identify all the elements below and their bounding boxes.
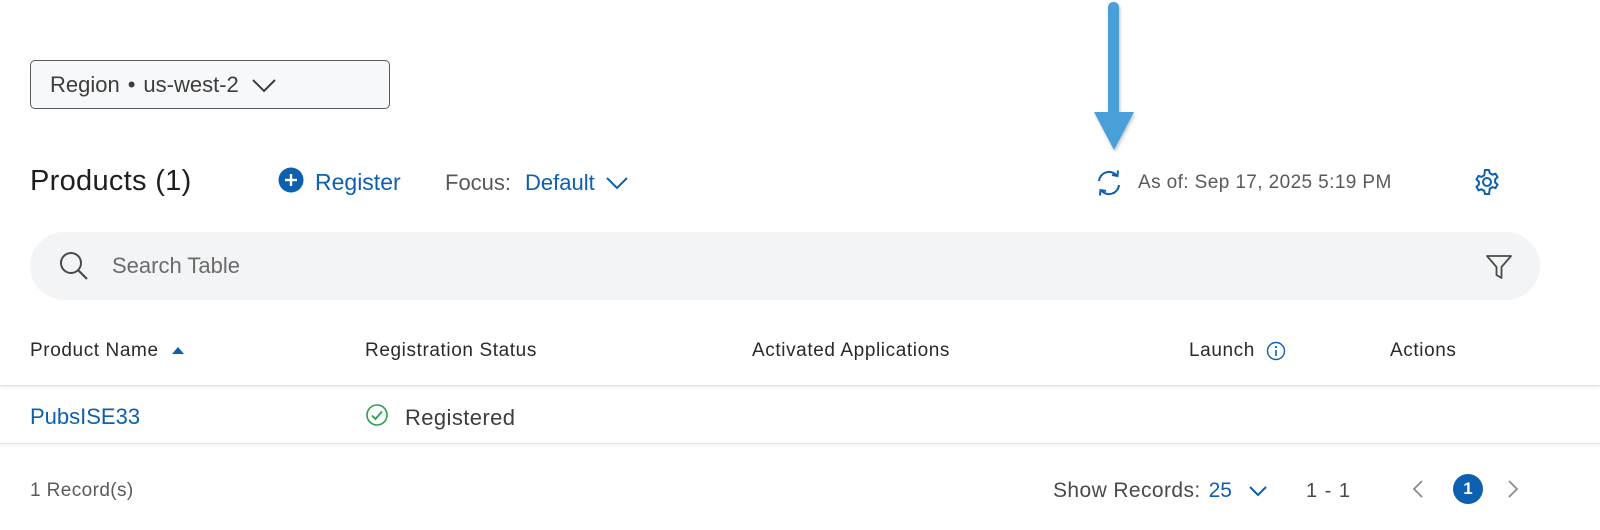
region-select[interactable]: Region • us-west-2	[30, 60, 390, 109]
registration-status-cell: Registered	[365, 403, 515, 433]
record-range: 1 - 1	[1306, 480, 1352, 502]
search-input[interactable]	[112, 246, 1442, 286]
filter-icon[interactable]	[1485, 253, 1513, 286]
column-header-registration-status: Registration Status	[365, 340, 537, 362]
column-header-launch: Launch	[1189, 340, 1286, 362]
plus-circle-icon	[278, 167, 304, 198]
column-header-label: Registration Status	[365, 340, 537, 361]
refresh-icon[interactable]	[1094, 168, 1124, 203]
table-footer: 1 Record(s) Show Records: 25 1 - 1 1	[0, 470, 1600, 510]
check-circle-icon	[365, 403, 389, 433]
region-separator: •	[127, 71, 136, 97]
page-number-button[interactable]: 1	[1453, 474, 1483, 504]
show-records-select[interactable]: Show Records: 25	[1053, 479, 1268, 503]
focus-value[interactable]: Default	[525, 170, 595, 196]
chevron-left-icon[interactable]	[1411, 479, 1425, 504]
gear-icon[interactable]	[1472, 167, 1502, 202]
focus-label: Focus:	[445, 170, 512, 195]
table-row: PubsISE33 Registered	[0, 388, 1600, 444]
arrow-down-icon	[1090, 0, 1138, 160]
column-header-product-name[interactable]: Product Name	[30, 340, 185, 362]
register-label: Register	[315, 169, 401, 195]
chevron-down-icon[interactable]	[1248, 484, 1268, 498]
record-count: 1 Record(s)	[30, 480, 134, 501]
column-header-activated-applications: Activated Applications	[752, 340, 950, 362]
table-search-bar	[30, 232, 1540, 300]
show-records-label: Show Records:	[1053, 479, 1201, 502]
info-icon[interactable]	[1266, 341, 1286, 361]
search-icon	[58, 250, 90, 287]
product-name-link[interactable]: PubsISE33	[30, 404, 140, 430]
products-toolbar: Products (1) Register Focus: Default As …	[0, 160, 1600, 206]
register-button[interactable]: Register	[278, 167, 401, 198]
column-header-label: Launch	[1189, 340, 1255, 361]
column-header-actions: Actions	[1390, 340, 1457, 362]
column-header-label: Activated Applications	[752, 340, 951, 361]
table-header: Product Name Registration Status Activat…	[0, 330, 1600, 386]
region-label: Region	[50, 71, 120, 97]
focus-select[interactable]: Focus: Default	[445, 170, 629, 196]
show-records-value[interactable]: 25	[1209, 479, 1232, 503]
region-value: us-west-2	[143, 71, 239, 97]
chevron-down-icon[interactable]	[605, 175, 629, 191]
column-header-label: Product Name	[30, 340, 159, 361]
last-updated-timestamp: As of: Sep 17, 2025 5:19 PM	[1138, 172, 1392, 193]
page-title: Products (1)	[30, 165, 192, 197]
chevron-down-icon	[251, 77, 277, 93]
status-text: Registered	[405, 405, 516, 430]
chevron-right-icon[interactable]	[1506, 479, 1520, 504]
column-header-label: Actions	[1390, 340, 1457, 361]
sort-ascending-icon[interactable]	[171, 346, 185, 356]
